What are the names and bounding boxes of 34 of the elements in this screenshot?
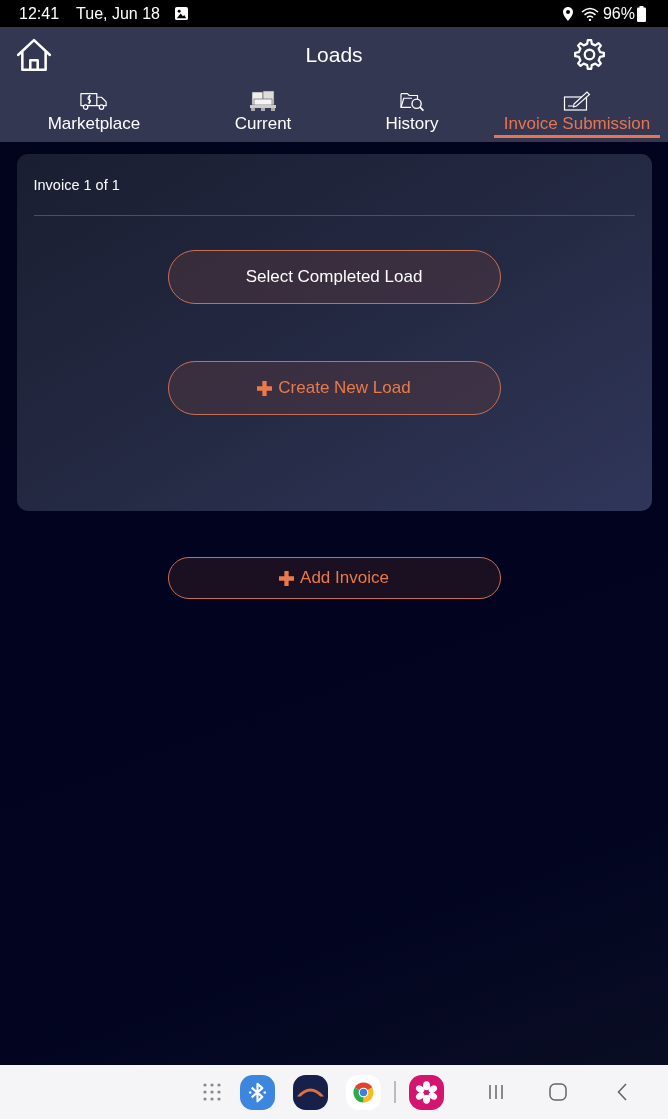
recents-icon[interactable] [487,1084,504,1100]
truck-icon [80,90,108,112]
status-date: Tue, Jun 18 [76,4,160,23]
boxes-icon [249,90,277,112]
location-icon [562,6,573,21]
home-nav-icon[interactable] [548,1083,567,1101]
flower-app-icon[interactable] [408,1074,444,1110]
tab[interactable]: Marketplace [41,82,147,138]
settings-icon [573,38,606,71]
check-pen-icon [563,90,591,112]
arch-app-icon[interactable] [293,1074,328,1110]
create-load-button[interactable]: Create New Load [167,361,501,415]
wifi-icon [580,6,599,21]
tab[interactable]: Invoice Submission [494,82,660,138]
tab[interactable]: History [379,82,445,138]
plus-icon [279,570,295,586]
select-load-button[interactable]: Select Completed Load [167,250,501,304]
tab[interactable]: Current [228,82,298,138]
apps-grid-icon[interactable] [202,1082,222,1102]
invoice-counter: Invoice 1 of 1 [33,176,120,194]
status-time: 12:41 [19,4,60,23]
folder-search-icon [398,90,426,112]
browser-app-icon[interactable] [346,1074,381,1110]
settings-button[interactable] [573,38,606,71]
plus-icon [257,380,273,396]
home-icon [16,37,52,72]
battery-icon [637,5,646,22]
bluetooth-app-icon[interactable] [240,1074,275,1110]
add-invoice-button[interactable]: Add Invoice [167,557,501,599]
page-title: Loads [305,42,363,67]
back-icon[interactable] [616,1083,627,1101]
battery-percent: 96% [602,4,635,23]
gallery-icon [174,7,188,20]
home-button[interactable] [16,37,52,72]
